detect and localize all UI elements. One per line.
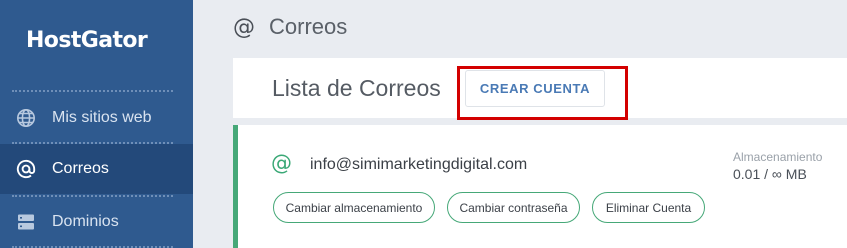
storage-value: 0.01 / ∞ MB (733, 166, 807, 182)
server-icon (15, 211, 37, 233)
sidebar-item-label: Mis sitios web (52, 109, 152, 126)
delete-account-button[interactable]: Eliminar Cuenta (592, 192, 705, 223)
list-title: Lista de Correos (272, 75, 441, 101)
at-icon: @ (233, 14, 255, 40)
sidebar-item-mis-sitios-web[interactable]: Mis sitios web (0, 93, 193, 143)
globe-icon (15, 107, 37, 129)
at-icon (15, 158, 37, 180)
change-storage-button[interactable]: Cambiar almacenamiento (273, 192, 435, 223)
sidebar-item-correos[interactable]: Correos (0, 144, 193, 194)
change-password-button[interactable]: Cambiar contraseña (447, 192, 580, 223)
page-header: @ Correos (233, 10, 347, 44)
sidebar-divider (12, 90, 173, 92)
sidebar-item-dominios[interactable]: Dominios (0, 197, 193, 247)
at-icon: @ (271, 151, 292, 175)
highlight-box (457, 66, 628, 120)
brand-logo: HostGator (26, 28, 148, 53)
sidebar: HostGator Mis sitios web Correos Dominio… (0, 0, 193, 248)
storage-label: Almacenamiento (733, 150, 823, 164)
sidebar-item-label: Dominios (52, 213, 119, 230)
page-title: Correos (269, 14, 348, 39)
email-account-card: @ info@simimarketingdigital.com Almacena… (233, 125, 847, 248)
sidebar-item-label: Correos (52, 160, 109, 177)
email-address: info@simimarketingdigital.com (310, 156, 528, 173)
